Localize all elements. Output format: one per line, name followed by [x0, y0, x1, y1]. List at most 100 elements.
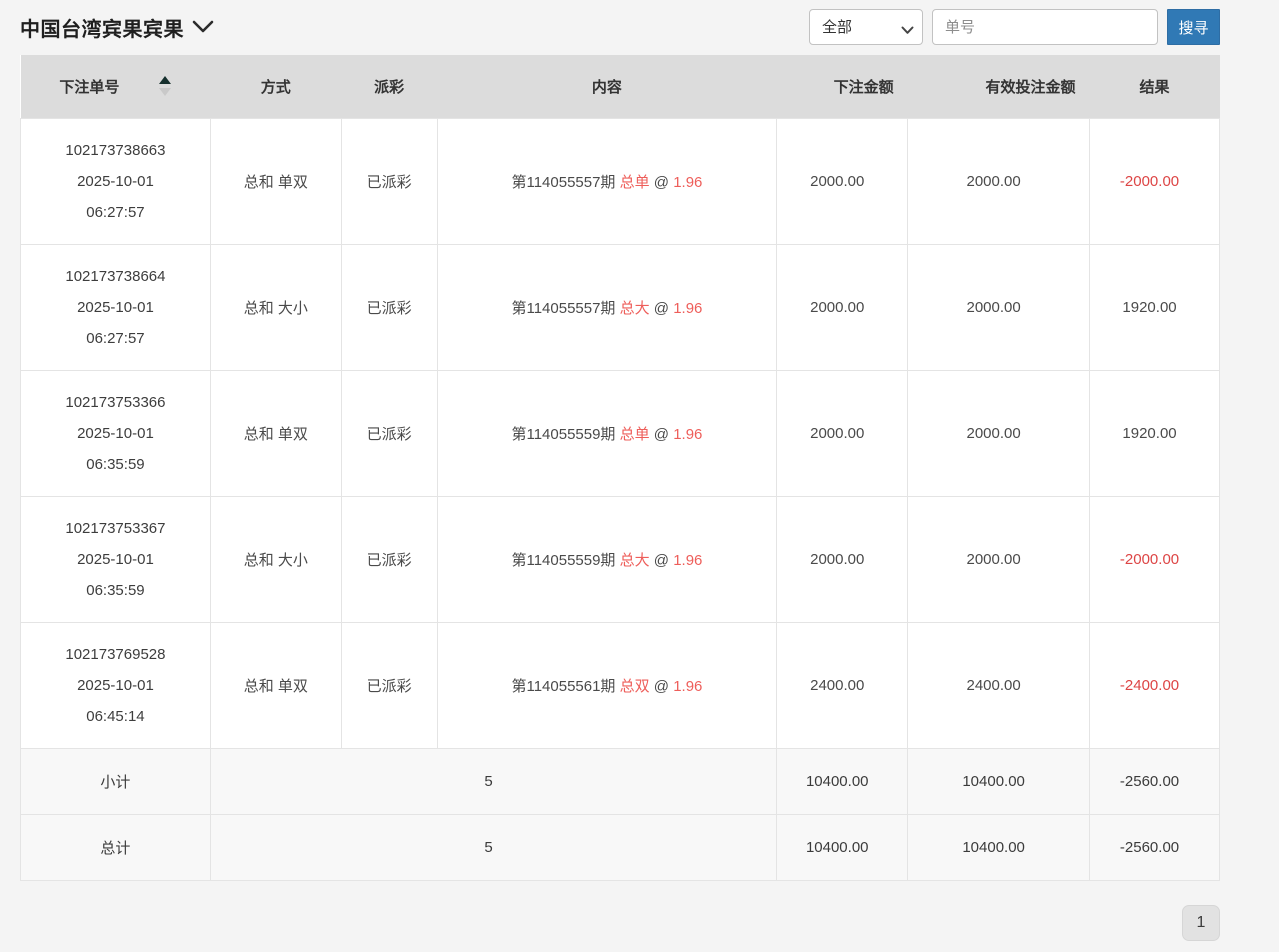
table-row: 102173753366 2025-10-01 06:35:59 总和 单双 已…: [21, 370, 1220, 496]
content-odds: 1.96: [673, 426, 702, 443]
result-cell: -2000.00: [1090, 118, 1220, 244]
result-cell: -2000.00: [1090, 496, 1220, 622]
payout-cell: 已派彩: [341, 622, 437, 748]
total-label: 总计: [21, 814, 211, 880]
bet-amount-cell: 2000.00: [777, 370, 908, 496]
content-pick: 总双: [620, 678, 650, 695]
table-row: 102173753367 2025-10-01 06:35:59 总和 大小 已…: [21, 496, 1220, 622]
page-1-button[interactable]: 1: [1182, 905, 1220, 941]
order-cell: 102173769528 2025-10-01 06:45:14: [21, 622, 211, 748]
order-date: 2025-10-01: [77, 551, 154, 568]
total-valid-amount: 10400.00: [908, 814, 1090, 880]
content-cell: 第114055559期 总单 @ 1.96: [437, 370, 777, 496]
content-cell: 第114055557期 总单 @ 1.96: [437, 118, 777, 244]
valid-amount-cell: 2400.00: [908, 622, 1090, 748]
valid-amount-cell: 2000.00: [908, 370, 1090, 496]
subtotal-row: 小计 5 10400.00 10400.00 -2560.00: [21, 748, 1220, 814]
search-button[interactable]: 搜寻: [1167, 9, 1220, 45]
content-pick: 总单: [620, 426, 650, 443]
result-cell: -2400.00: [1090, 622, 1220, 748]
total-row: 总计 5 10400.00 10400.00 -2560.00: [21, 814, 1220, 880]
bet-amount-cell: 2000.00: [777, 496, 908, 622]
game-title-dropdown[interactable]: 中国台湾宾果宾果: [20, 13, 214, 42]
bets-table: 下注单号 方式 派彩 内容 下注金额 有效投注金额 结果: [20, 55, 1220, 881]
content-cell: 第114055557期 总大 @ 1.96: [437, 244, 777, 370]
bet-amount-cell: 2400.00: [777, 622, 908, 748]
sort-control-order[interactable]: 下注单号: [59, 76, 171, 97]
order-date: 2025-10-01: [77, 173, 154, 190]
content-period: 第114055559期: [511, 552, 615, 569]
column-header-bet-amount: 下注金额: [777, 55, 908, 118]
filter-select[interactable]: 全部: [809, 9, 923, 45]
column-header-method: 方式: [210, 55, 341, 118]
total-count: 5: [210, 814, 776, 880]
method-cell: 总和 单双: [210, 118, 341, 244]
table-row: 102173738664 2025-10-01 06:27:57 总和 大小 已…: [21, 244, 1220, 370]
order-cell: 102173753366 2025-10-01 06:35:59: [21, 370, 211, 496]
content-period: 第114055559期: [511, 426, 615, 443]
column-header-payout: 派彩: [341, 55, 437, 118]
result-cell: 1920.00: [1090, 370, 1220, 496]
method-cell: 总和 大小: [210, 244, 341, 370]
payout-cell: 已派彩: [341, 244, 437, 370]
search-controls: 全部 搜寻: [809, 9, 1220, 45]
sort-asc-icon: [159, 76, 171, 84]
chevron-down-icon: [192, 20, 214, 34]
order-id: 102173753367: [65, 520, 165, 537]
content-at: @: [654, 300, 669, 317]
method-cell: 总和 单双: [210, 370, 341, 496]
valid-amount-cell: 2000.00: [908, 118, 1090, 244]
content-at: @: [654, 426, 669, 443]
order-id: 102173769528: [65, 646, 165, 663]
order-time: 06:35:59: [86, 456, 144, 473]
order-time: 06:27:57: [86, 204, 144, 221]
order-time: 06:45:14: [86, 708, 144, 725]
content-cell: 第114055559期 总大 @ 1.96: [437, 496, 777, 622]
column-header-order[interactable]: 下注单号: [21, 55, 211, 118]
filter-select-wrap: 全部: [809, 9, 923, 45]
content-at: @: [654, 552, 669, 569]
valid-amount-cell: 2000.00: [908, 496, 1090, 622]
content-period: 第114055557期: [511, 300, 615, 317]
bet-amount-cell: 2000.00: [777, 244, 908, 370]
column-header-valid-amount: 有效投注金额: [908, 55, 1090, 118]
content-cell: 第114055561期 总双 @ 1.96: [437, 622, 777, 748]
content-period: 第114055561期: [511, 678, 615, 695]
order-date: 2025-10-01: [77, 425, 154, 442]
page-title: 中国台湾宾果宾果: [20, 13, 184, 42]
column-header-content: 内容: [437, 55, 777, 118]
content-odds: 1.96: [673, 174, 702, 191]
payout-cell: 已派彩: [341, 118, 437, 244]
subtotal-result: -2560.00: [1090, 748, 1220, 814]
column-header-result: 结果: [1090, 55, 1220, 118]
total-bet-amount: 10400.00: [777, 814, 908, 880]
subtotal-valid-amount: 10400.00: [908, 748, 1090, 814]
order-cell: 102173738664 2025-10-01 06:27:57: [21, 244, 211, 370]
total-result: -2560.00: [1090, 814, 1220, 880]
content-pick: 总大: [620, 300, 650, 317]
payout-cell: 已派彩: [341, 496, 437, 622]
column-header-order-label: 下注单号: [59, 76, 119, 97]
order-number-input[interactable]: [932, 9, 1158, 45]
pagination: 1: [20, 905, 1220, 941]
content-pick: 总单: [620, 174, 650, 191]
top-bar: 中国台湾宾果宾果 全部 搜寻: [20, 0, 1220, 48]
payout-cell: 已派彩: [341, 370, 437, 496]
order-date: 2025-10-01: [77, 299, 154, 316]
order-cell: 102173753367 2025-10-01 06:35:59: [21, 496, 211, 622]
content-pick: 总大: [620, 552, 650, 569]
order-date: 2025-10-01: [77, 677, 154, 694]
order-id: 102173738664: [65, 268, 165, 285]
subtotal-label: 小计: [21, 748, 211, 814]
order-time: 06:35:59: [86, 582, 144, 599]
bet-amount-cell: 2000.00: [777, 118, 908, 244]
subtotal-count: 5: [210, 748, 776, 814]
sort-desc-icon: [159, 88, 171, 96]
content-odds: 1.96: [673, 300, 702, 317]
sort-arrows-icon: [159, 76, 171, 96]
content-period: 第114055557期: [511, 174, 615, 191]
valid-amount-cell: 2000.00: [908, 244, 1090, 370]
content-odds: 1.96: [673, 678, 702, 695]
content-odds: 1.96: [673, 552, 702, 569]
order-id: 102173753366: [65, 394, 165, 411]
